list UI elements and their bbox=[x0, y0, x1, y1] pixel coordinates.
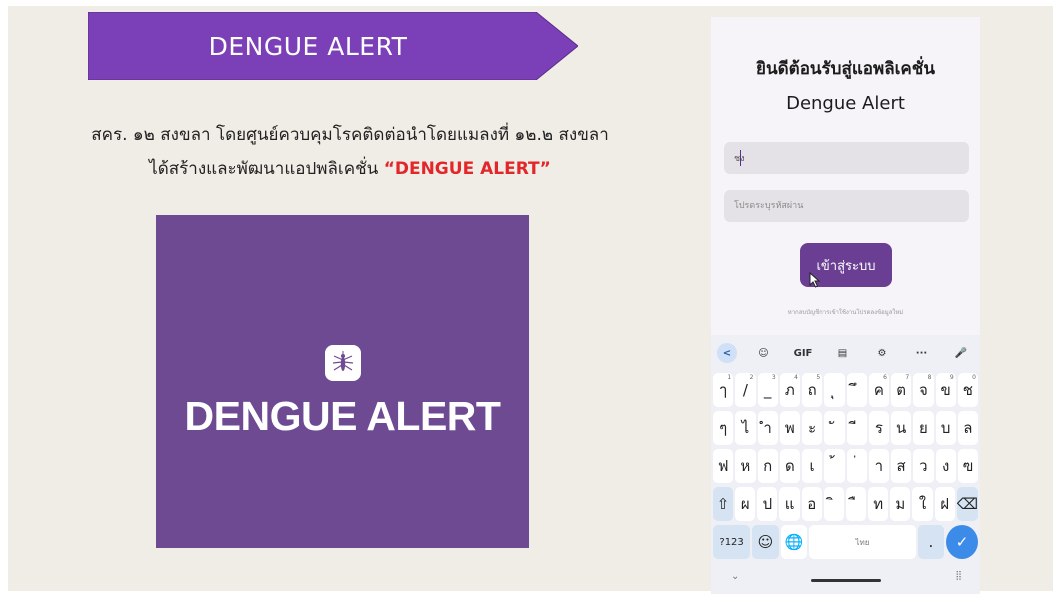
username-input[interactable] bbox=[724, 142, 969, 174]
intro-line-2-text: ได้สร้างและพัฒนาแอปพลิเคชั่น bbox=[149, 159, 384, 179]
key[interactable]: ว bbox=[913, 449, 934, 483]
key[interactable]: ข9 bbox=[935, 373, 956, 407]
key[interactable]: ี bbox=[846, 411, 867, 445]
banner-title: DENGUE ALERT bbox=[208, 31, 408, 61]
key[interactable]: ด bbox=[779, 449, 800, 483]
enter-key-icon[interactable]: ✓ bbox=[946, 525, 978, 559]
key[interactable]: ร bbox=[868, 411, 889, 445]
app-name: Dengue Alert bbox=[786, 93, 905, 114]
key[interactable]: ค6 bbox=[868, 373, 889, 407]
keyboard-row-3: ฟ ห ก ด เ ้ ่ า ส ว ง ฃ bbox=[713, 449, 978, 483]
mosquito-icon bbox=[325, 345, 361, 381]
phone-screen: ยินดีต้อนรับสู่แอพลิเคชั่น Dengue Alert … bbox=[711, 17, 980, 594]
key[interactable]: _ 3 bbox=[757, 373, 778, 407]
shift-key-icon[interactable]: ⇧ bbox=[713, 487, 734, 521]
key[interactable]: ำ bbox=[757, 411, 778, 445]
intro-line-1: สคร. ๑๒ สงขลา โดยศูนย์ควบคุมโรคติดต่อนำโ… bbox=[91, 125, 609, 145]
key[interactable]: ล bbox=[957, 411, 978, 445]
keyboard-row-2: ๆ ไ ำ พ ะ ั ี ร น ย บ ล bbox=[713, 411, 978, 445]
clipboard-icon[interactable]: ▤ bbox=[830, 342, 856, 364]
more-options-icon[interactable]: ··· bbox=[909, 342, 935, 364]
keyboard-switch-icon[interactable]: ⣿ bbox=[955, 571, 962, 581]
globe-key-icon[interactable]: 🌐 bbox=[780, 525, 808, 559]
emoji-key-icon[interactable]: ☺ bbox=[752, 525, 779, 559]
key[interactable]: ึ bbox=[846, 373, 867, 407]
key[interactable]: อ bbox=[801, 487, 822, 521]
key[interactable]: ท bbox=[868, 487, 889, 521]
keyboard-back-icon[interactable]: < bbox=[717, 343, 737, 363]
key[interactable]: ่ bbox=[846, 449, 867, 483]
key[interactable]: บ bbox=[935, 411, 956, 445]
space-key[interactable]: ไทย bbox=[809, 525, 916, 559]
key[interactable]: ั bbox=[824, 411, 845, 445]
symbols-key[interactable]: ?123 bbox=[713, 525, 751, 559]
home-gesture-bar[interactable] bbox=[811, 579, 881, 582]
intro-line-2: ได้สร้างและพัฒนาแอปพลิเคชั่น “DENGUE ALE… bbox=[40, 152, 660, 186]
key[interactable]: ถ5 bbox=[802, 373, 823, 407]
keyboard-row-5: ?123 ☺ 🌐 ไทย . ✓ bbox=[713, 525, 978, 559]
keyboard-toolbar: < ☺ GIF ▤ ⚙ ··· 🎤 bbox=[711, 339, 980, 367]
key[interactable]: ไ bbox=[735, 411, 756, 445]
key[interactable]: ภ4 bbox=[779, 373, 800, 407]
welcome-title: ยินดีต้อนรับสู่แอพลิเคชั่น bbox=[756, 59, 935, 79]
app-logo: DENGUE ALERT bbox=[156, 215, 529, 548]
period-key[interactable]: . bbox=[917, 525, 945, 559]
login-hint-text: หากลบบัญชีการเข้าใช้งานโปรดลงข้อมูลใหม่ bbox=[787, 309, 904, 316]
key[interactable]: ช0 bbox=[957, 373, 978, 407]
microphone-icon[interactable]: 🎤 bbox=[948, 342, 974, 364]
key[interactable]: ๆ bbox=[713, 411, 734, 445]
key[interactable]: ย bbox=[913, 411, 934, 445]
key[interactable]: ๅ1 bbox=[713, 373, 734, 407]
sticker-icon[interactable]: ☺ bbox=[751, 342, 777, 364]
key[interactable]: ฝ bbox=[934, 487, 955, 521]
key[interactable]: ื bbox=[845, 487, 867, 521]
hide-keyboard-icon[interactable]: ⌄ bbox=[731, 571, 739, 582]
key[interactable]: า bbox=[868, 449, 889, 483]
key[interactable]: ต7 bbox=[891, 373, 912, 407]
key[interactable]: /2 bbox=[735, 373, 756, 407]
banner: DENGUE ALERT bbox=[88, 12, 578, 80]
key[interactable]: ง bbox=[935, 449, 956, 483]
logo-text: DENGUE ALERT bbox=[184, 393, 501, 439]
key[interactable]: ก bbox=[757, 449, 778, 483]
key[interactable]: เ bbox=[802, 449, 823, 483]
keyboard-row-4: ⇧ ผ ป แ อ ิ ื ท ม ใ ฝ ⌫ bbox=[713, 487, 978, 521]
key[interactable]: พ bbox=[779, 411, 800, 445]
key[interactable]: ิ bbox=[823, 487, 844, 521]
key[interactable]: ม bbox=[890, 487, 911, 521]
settings-gear-icon[interactable]: ⚙ bbox=[869, 342, 895, 364]
key[interactable]: ะ bbox=[802, 411, 823, 445]
key[interactable]: น bbox=[891, 411, 912, 445]
on-screen-keyboard: < ☺ GIF ▤ ⚙ ··· 🎤 ๅ1 /2 _3 ภ4 ถ5 ุ ึ ค6 … bbox=[711, 335, 980, 594]
mouse-pointer-icon bbox=[809, 272, 821, 288]
key[interactable]: ส bbox=[891, 449, 912, 483]
intro-text: สคร. ๑๒ สงขลา โดยศูนย์ควบคุมโรคติดต่อนำโ… bbox=[40, 118, 660, 186]
key[interactable]: ห bbox=[735, 449, 756, 483]
intro-app-highlight: “DENGUE ALERT” bbox=[383, 159, 551, 179]
key[interactable]: แ bbox=[779, 487, 800, 521]
key[interactable]: จ8 bbox=[913, 373, 934, 407]
text-caret bbox=[740, 150, 741, 166]
navigation-bar: ⌄ ⣿ bbox=[711, 565, 980, 593]
gif-button[interactable]: GIF bbox=[790, 342, 816, 364]
key[interactable]: ฃ bbox=[957, 449, 978, 483]
key[interactable]: ป bbox=[757, 487, 778, 521]
key[interactable]: ใ bbox=[912, 487, 933, 521]
key[interactable]: ฟ bbox=[713, 449, 734, 483]
password-input[interactable] bbox=[724, 190, 969, 222]
key[interactable]: ผ bbox=[735, 487, 756, 521]
key[interactable]: ุ bbox=[824, 373, 845, 407]
backspace-key-icon[interactable]: ⌫ bbox=[956, 487, 978, 521]
keyboard-row-1: ๅ1 /2 _3 ภ4 ถ5 ุ ึ ค6 ต7 จ8 ข9 ช0 bbox=[713, 373, 978, 407]
key[interactable]: ้ bbox=[824, 449, 845, 483]
